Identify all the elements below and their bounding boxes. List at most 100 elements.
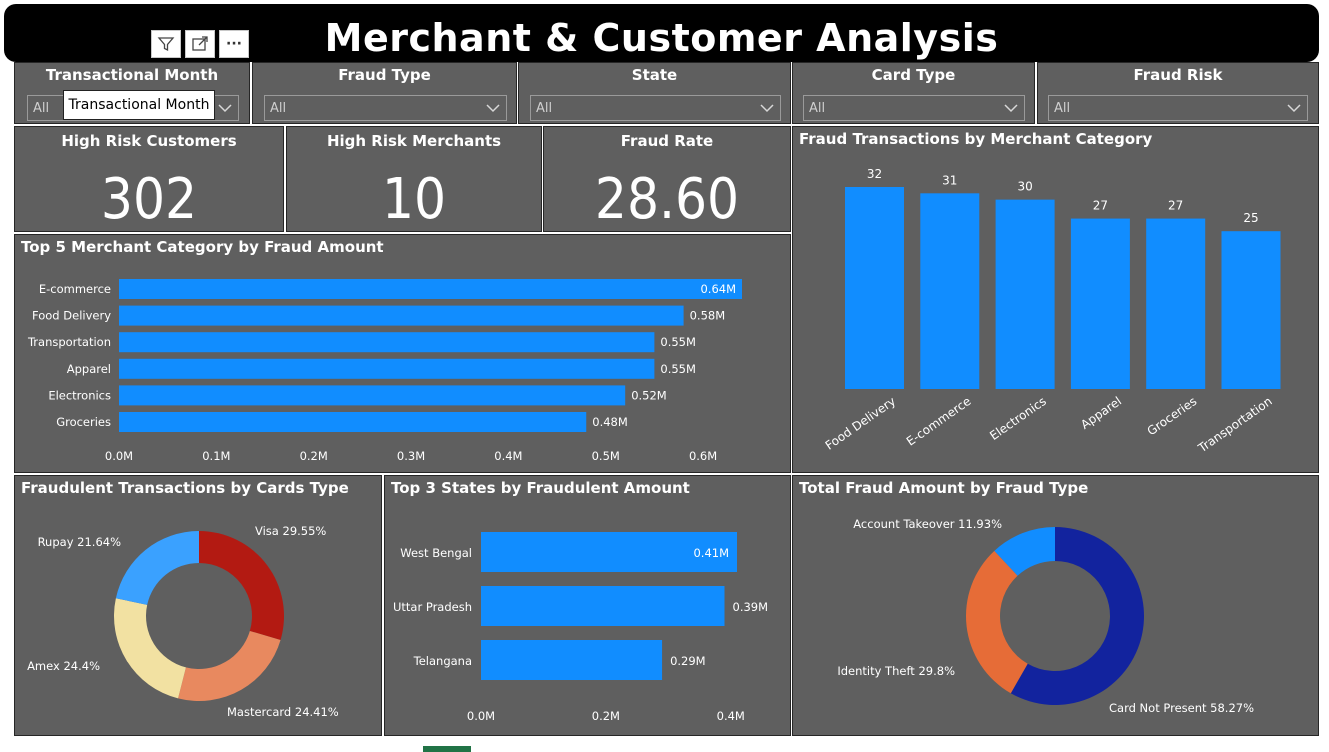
fraud-type-svg: Card Not Present 58.27% Identity Theft 29…	[837, 517, 1254, 715]
x-tick-label: 0.5M	[592, 449, 620, 463]
slicer-fraud-type: Fraud Type All	[252, 62, 517, 124]
merchant-category-transactions-chart[interactable]: Fraud Transactions by Merchant Category …	[792, 126, 1319, 473]
data-label: 0.64M	[700, 282, 736, 296]
category-label: Uttar Pradesh	[393, 600, 472, 614]
data-label: 0.55M	[660, 335, 696, 349]
bar	[481, 640, 663, 680]
visual-header-toolbar: ···	[151, 30, 249, 58]
chevron-down-icon	[760, 104, 774, 113]
kpi-value: 10	[381, 167, 447, 232]
data-label: 0.58M	[690, 309, 726, 323]
x-tick-label: 0.1M	[202, 449, 230, 463]
bar	[920, 193, 980, 389]
bar	[119, 412, 587, 432]
slice-label: Identity Theft 29.8%	[837, 664, 955, 678]
x-tick-label: 0.0M	[467, 709, 495, 723]
chevron-down-icon	[486, 104, 500, 113]
category-label: Transportation	[1195, 394, 1275, 456]
data-label: 31	[942, 173, 957, 187]
kpi-card-fraud-rate[interactable]: Fraud Rate 28.60	[543, 126, 791, 232]
fraud-type-dropdown[interactable]: All	[264, 95, 507, 121]
bar	[845, 187, 904, 389]
dropdown-value: All	[33, 101, 50, 116]
donut-slice	[199, 531, 284, 640]
kpi-title: High Risk Merchants	[326, 132, 502, 150]
x-tick-label: 0.2M	[592, 709, 620, 723]
fraud-risk-dropdown[interactable]: All	[1048, 95, 1308, 121]
page-tab-indicator[interactable]	[423, 746, 471, 752]
category-label: Apparel	[67, 362, 111, 376]
kpi-card-high-risk-customers[interactable]: High Risk Customers 302	[14, 126, 284, 232]
focus-mode-icon[interactable]	[185, 30, 215, 58]
category-label: Groceries	[56, 415, 111, 429]
category-label: Groceries	[1145, 394, 1200, 438]
slicer-state: State All	[518, 62, 791, 124]
bar	[1146, 218, 1206, 389]
slicer-title: Fraud Type	[338, 66, 431, 84]
slicer-tooltip: Transactional Month	[63, 90, 215, 120]
category-label: E-commerce	[39, 282, 111, 296]
kpi-value: 302	[100, 167, 198, 232]
x-tick-label: 0.2M	[300, 449, 328, 463]
category-label: Food Delivery	[823, 394, 899, 453]
more-options-icon[interactable]: ···	[219, 30, 249, 58]
chevron-down-icon	[1004, 104, 1018, 113]
top-states-chart[interactable]: Top 3 States by Fraudulent Amount West B…	[384, 475, 791, 736]
x-tick-label: 0.0M	[105, 449, 133, 463]
category-label: Electronics	[48, 388, 111, 402]
category-label: E-commerce	[904, 394, 974, 449]
chevron-down-icon	[218, 104, 232, 113]
x-tick-label: 0.4M	[494, 449, 522, 463]
data-label: 0.29M	[670, 654, 706, 668]
card-type-dropdown[interactable]: All	[803, 95, 1025, 121]
data-label: 27	[1093, 199, 1108, 213]
filter-icon[interactable]	[151, 30, 181, 58]
cards-type-donut-chart[interactable]: Fraudulent Transactions by Cards Type Vi…	[14, 475, 382, 736]
data-label: 32	[867, 167, 882, 181]
slice-label: Card Not Present 58.27%	[1109, 701, 1254, 715]
x-tick-label: 0.6M	[689, 449, 717, 463]
slicer-title: State	[631, 66, 678, 84]
slicer-card-type: Card Type All	[792, 62, 1035, 124]
data-label: 0.39M	[733, 600, 769, 614]
fraud-type-donut-chart[interactable]: Total Fraud Amount by Fraud Type Card No…	[792, 475, 1319, 736]
bar	[995, 199, 1055, 389]
data-label: 27	[1168, 199, 1183, 213]
data-label: 0.52M	[631, 388, 667, 402]
category-label: West Bengal	[400, 546, 472, 560]
top-merchant-category-svg: E-commerce 0.64M Food Delivery 0.58M Transpo…	[27, 279, 742, 463]
bar	[1070, 218, 1130, 389]
dropdown-value: All	[536, 101, 553, 116]
bar	[481, 586, 725, 626]
bar	[119, 305, 684, 326]
bar	[119, 279, 742, 299]
bar	[1221, 231, 1281, 389]
donut-slice	[178, 630, 281, 701]
category-label: Telangana	[413, 654, 472, 668]
slice-label: Visa 29.55%	[255, 524, 326, 538]
merchant-category-svg: 32 Food Delivery 31 E-commerce 30 Electronics…	[823, 167, 1281, 456]
slice-label: Amex 24.4%	[27, 659, 100, 673]
slicer-fraud-risk: Fraud Risk All	[1037, 62, 1319, 124]
kpi-title: Fraud Rate	[620, 132, 714, 150]
slicer-title: Fraud Risk	[1133, 66, 1223, 84]
bar	[119, 385, 626, 406]
top-merchant-category-chart[interactable]: Top 5 Merchant Category by Fraud Amount …	[14, 234, 791, 473]
x-tick-label: 0.4M	[717, 709, 745, 723]
kpi-title: High Risk Customers	[61, 132, 237, 150]
kpi-card-high-risk-merchants[interactable]: High Risk Merchants 10	[286, 126, 542, 232]
data-label: 30	[1017, 180, 1032, 194]
data-label: 25	[1243, 211, 1258, 225]
category-label: Apparel	[1078, 394, 1124, 432]
category-label: Transportation	[27, 335, 111, 349]
data-label: 0.41M	[693, 546, 729, 560]
more-options-label: ···	[226, 36, 242, 52]
x-tick-label: 0.3M	[397, 449, 425, 463]
slice-label: Rupay 21.64%	[38, 535, 121, 549]
state-dropdown[interactable]: All	[530, 95, 781, 121]
data-label: 0.48M	[592, 415, 628, 429]
chevron-down-icon	[1287, 104, 1301, 113]
slicer-title: Card Type	[871, 66, 956, 84]
slicer-title: Transactional Month	[45, 66, 219, 84]
dropdown-value: All	[809, 101, 826, 116]
